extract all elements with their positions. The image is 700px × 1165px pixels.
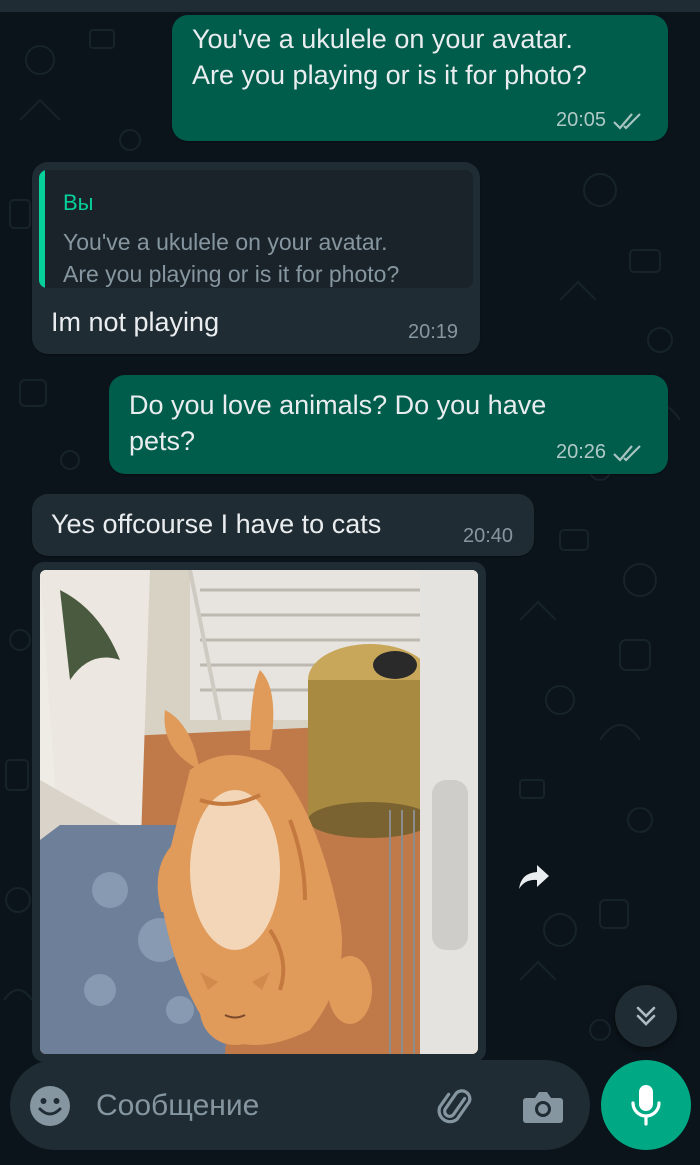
message-meta: 20:40 (463, 525, 513, 548)
message-meta: 20:26 (556, 441, 644, 464)
message-time: 20:05 (556, 109, 607, 131)
double-chevron-down-icon[interactable] (615, 985, 677, 1047)
quote-text: You've a ukulele on your avatar. Are you… (63, 229, 400, 287)
paperclip-icon[interactable] (434, 1084, 480, 1130)
camera-icon[interactable] (520, 1084, 566, 1130)
message-incoming[interactable]: Yes offcourse I have to cats 20:40 (32, 494, 534, 556)
quoted-message[interactable]: Вы You've a ukulele on your avatar. Are … (39, 170, 473, 288)
message-incoming[interactable]: Вы You've a ukulele on your avatar. Are … (32, 162, 480, 354)
forward-icon[interactable] (514, 857, 554, 897)
message-time: 20:40 (463, 525, 514, 547)
double-check-icon (613, 112, 641, 130)
message-outgoing[interactable]: You've a ukulele on your avatar. Are you… (172, 15, 668, 141)
message-time: 20:19 (408, 321, 459, 343)
message-input[interactable] (94, 1080, 418, 1132)
ginger-cat-photo[interactable] (40, 570, 478, 1054)
message-composer (10, 1060, 590, 1150)
message-text: Do you love animals? Do you have pets? (129, 390, 547, 456)
emoji-icon[interactable] (28, 1084, 72, 1128)
top-app-bar-edge (0, 0, 700, 12)
message-time: 20:26 (556, 441, 607, 463)
message-text: You've a ukulele on your avatar. Are you… (192, 24, 587, 90)
message-meta: 20:05 (556, 109, 644, 132)
quote-author: Вы (63, 190, 94, 215)
message-meta: 20:19 (408, 321, 458, 344)
microphone-icon[interactable] (601, 1060, 691, 1150)
message-outgoing[interactable]: Do you love animals? Do you have pets? 2… (109, 375, 668, 474)
quote-accent-bar (39, 170, 45, 288)
message-text: Yes offcourse I have to cats (51, 509, 382, 539)
double-check-icon (613, 444, 641, 462)
message-text: Im not playing (51, 307, 220, 337)
